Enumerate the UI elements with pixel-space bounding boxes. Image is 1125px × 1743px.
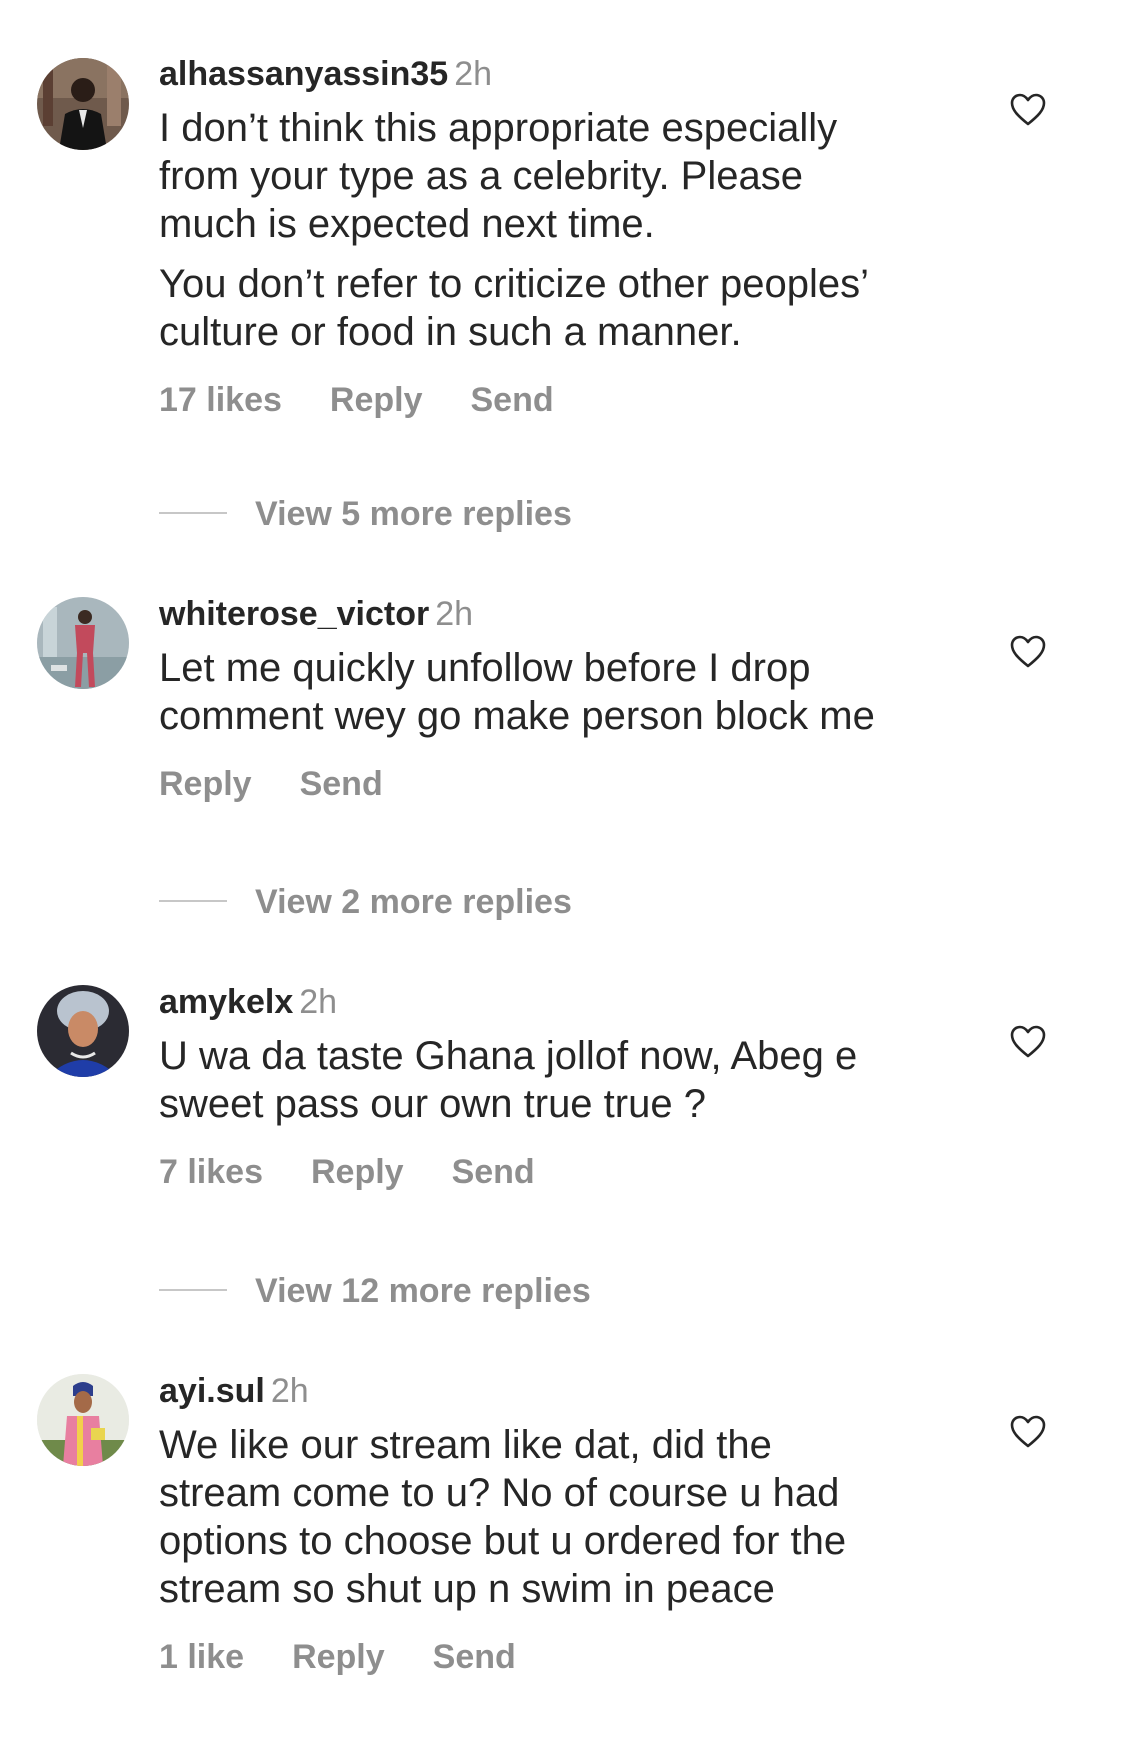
comment-actions: 7 likes Reply Send [159,1152,969,1192]
view-more-replies[interactable]: View 5 more replies [159,494,572,534]
comment-meta: amykelx 2h [159,982,969,1022]
comment-meta: ayi.sul 2h [159,1371,969,1411]
avatar-image [37,597,129,689]
reply-button[interactable]: Reply [292,1638,385,1676]
heart-outline-icon[interactable] [1008,1022,1048,1062]
avatar[interactable] [37,58,129,150]
timestamp: 2h [270,1372,309,1410]
heart-outline-icon[interactable] [1008,1412,1048,1452]
comment-meta: alhassanyassin35 2h [159,54,969,94]
heart-outline-icon[interactable] [1008,632,1048,672]
heart-outline-icon[interactable] [1008,90,1048,130]
likes-count[interactable]: 1 like [159,1638,244,1676]
divider-line [159,512,227,515]
username[interactable]: alhassanyassin35 [159,55,448,93]
divider-line [159,1289,227,1292]
avatar[interactable] [37,1374,129,1466]
timestamp: 2h [299,983,338,1021]
send-button[interactable]: Send [433,1638,516,1676]
likes-count[interactable]: 17 likes [159,381,282,419]
view-replies-label: View 12 more replies [255,1272,591,1310]
send-button[interactable]: Send [470,381,553,419]
view-more-replies[interactable]: View 2 more replies [159,882,572,922]
comment-text: Let me quickly unfollow before I drop co… [159,646,875,738]
comment-text: I don’t think this appropriate especiall… [159,106,838,246]
timestamp: 2h [454,55,493,93]
username[interactable]: ayi.sul [159,1372,265,1410]
comment-text: You don’t refer to criticize other peopl… [159,262,870,354]
reply-button[interactable]: Reply [330,381,423,419]
comment-actions: Reply Send [159,764,969,804]
avatar-image [37,1374,129,1466]
likes-count[interactable]: 7 likes [159,1153,263,1191]
username[interactable]: whiterose_victor [159,595,429,633]
reply-button[interactable]: Reply [159,765,252,803]
avatar-image [37,985,129,1077]
comment-actions: 17 likes Reply Send [159,380,969,420]
comment-meta: whiterose_victor 2h [159,594,969,634]
view-more-replies[interactable]: View 12 more replies [159,1271,591,1311]
avatar[interactable] [37,597,129,689]
comment-text: U wa da taste Ghana jollof now, Abeg e s… [159,1034,858,1126]
timestamp: 2h [435,595,474,633]
view-replies-label: View 5 more replies [255,495,572,533]
send-button[interactable]: Send [452,1153,535,1191]
view-replies-label: View 2 more replies [255,883,572,921]
avatar[interactable] [37,985,129,1077]
reply-button[interactable]: Reply [311,1153,404,1191]
divider-line [159,900,227,903]
send-button[interactable]: Send [300,765,383,803]
comment-text: We like our stream like dat, did the str… [159,1423,847,1611]
username[interactable]: amykelx [159,983,293,1021]
avatar-image [37,58,129,150]
comment-actions: 1 like Reply Send [159,1637,969,1677]
